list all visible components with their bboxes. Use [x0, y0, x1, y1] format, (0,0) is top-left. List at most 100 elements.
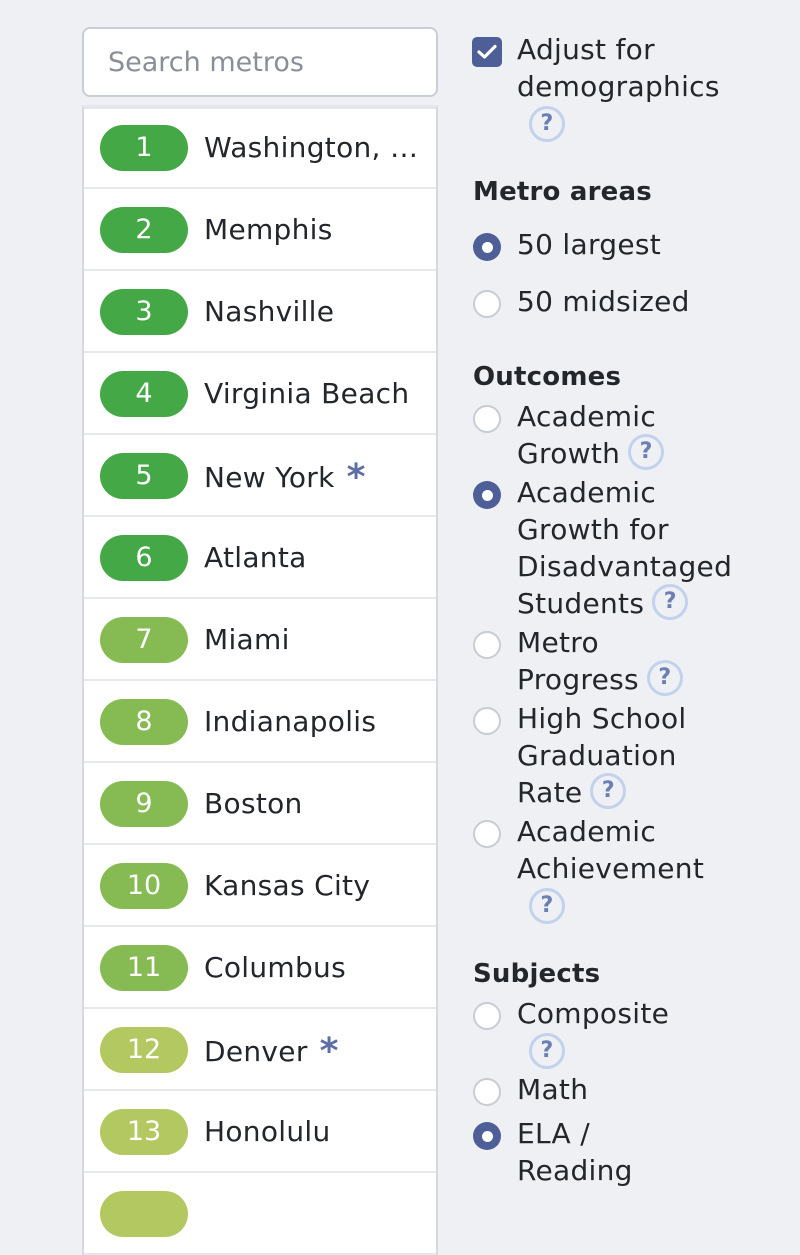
- metro-name-text: Honolulu: [204, 1115, 331, 1148]
- option-label-line: Academic: [517, 476, 657, 509]
- option-academic-growth-disadvantaged: Academic Growth for Disadvantaged Studen…: [517, 474, 732, 623]
- radio-math[interactable]: [473, 1078, 501, 1106]
- metro-name-text: Memphis: [204, 213, 333, 246]
- metro-name: Indianapolis: [204, 700, 430, 746]
- help-icon[interactable]: ?: [529, 888, 565, 924]
- metro-name-text: Virginia Beach: [204, 377, 410, 410]
- rank-badge: 1: [100, 125, 188, 171]
- metro-ranking-panel: 1 Washington, D... 2 Memphis 3 Nashville 4 Virg…: [82, 27, 438, 1255]
- metro-ranking-list[interactable]: 1 Washington, D... 2 Memphis 3 Nashville 4 Virg…: [82, 105, 438, 1255]
- adjust-demographics-checkbox[interactable]: [472, 37, 502, 67]
- search-metros-input[interactable]: [82, 27, 438, 97]
- rank-badge: 8: [100, 699, 188, 745]
- metro-name: Atlanta: [204, 536, 430, 582]
- option-label-line: Graduation: [517, 739, 677, 772]
- adjust-label-line: Adjust for: [517, 33, 655, 66]
- radio-metro-progress[interactable]: [473, 631, 501, 659]
- option-label-line: Progress: [517, 663, 639, 696]
- asterisk-icon: *: [346, 457, 366, 498]
- metro-name-text: Washington, D...: [204, 131, 430, 164]
- metro-name: Honolulu: [204, 1110, 430, 1156]
- metro-row[interactable]: 11 Columbus: [84, 929, 436, 1009]
- option-label-line: Academic: [517, 815, 657, 848]
- metro-name: New York *: [204, 454, 430, 500]
- metro-name: Virginia Beach: [204, 372, 430, 418]
- adjust-label-line: demographics: [517, 70, 720, 103]
- outcomes-heading: Outcomes: [473, 362, 622, 392]
- metro-row[interactable]: 3 Nashville: [84, 273, 436, 353]
- asterisk-icon: *: [319, 1031, 339, 1072]
- metro-row[interactable]: 5 New York *: [84, 437, 436, 517]
- metro-name: [204, 1192, 430, 1238]
- option-label-line: Disadvantaged: [517, 550, 733, 583]
- rank-badge: 13: [100, 1109, 188, 1155]
- metro-row[interactable]: 1 Washington, D...: [84, 109, 436, 189]
- help-icon[interactable]: ?: [646, 660, 683, 696]
- radio-academic-growth-disadvantaged[interactable]: [473, 481, 501, 509]
- checkmark-icon: [477, 44, 497, 59]
- metro-row[interactable]: 2 Memphis: [84, 191, 436, 271]
- radio-ela-reading[interactable]: [473, 1122, 501, 1150]
- metro-name-text: New York: [204, 461, 335, 494]
- rank-badge: 2: [100, 207, 188, 253]
- radio-academic-achievement[interactable]: [473, 820, 501, 848]
- metro-row[interactable]: 8 Indianapolis: [84, 683, 436, 763]
- option-graduation-rate: High School Graduation Rate?: [517, 700, 687, 812]
- option-label-line: Reading: [517, 1154, 633, 1187]
- metro-name: Kansas City: [204, 864, 430, 910]
- option-metro-progress: Metro Progress?: [517, 624, 683, 699]
- option-label: 50 midsized: [517, 285, 690, 318]
- metro-row[interactable]: 9 Boston: [84, 765, 436, 845]
- rank-badge: 12: [100, 1027, 188, 1073]
- metro-name-text: Miami: [204, 623, 290, 656]
- radio-graduation-rate[interactable]: [473, 707, 501, 735]
- option-composite: Composite ?: [517, 995, 669, 1072]
- option-label-line: Growth for: [517, 513, 669, 546]
- metro-row[interactable]: [84, 1175, 436, 1255]
- metro-areas-heading: Metro areas: [473, 177, 652, 207]
- radio-50-midsized[interactable]: [473, 290, 501, 318]
- rank-badge: 6: [100, 535, 188, 581]
- help-icon[interactable]: ?: [590, 773, 627, 809]
- help-icon[interactable]: ?: [529, 1033, 565, 1069]
- metro-row[interactable]: 4 Virginia Beach: [84, 355, 436, 435]
- adjust-demographics-label: Adjust for demographics ?: [517, 31, 720, 145]
- rank-badge: 10: [100, 863, 188, 909]
- rank-badge: [100, 1191, 188, 1237]
- radio-academic-growth[interactable]: [473, 405, 501, 433]
- option-label-line: Growth: [517, 437, 621, 470]
- metro-name-text: Columbus: [204, 951, 346, 984]
- metro-row[interactable]: 10 Kansas City: [84, 847, 436, 927]
- metro-name: Denver *: [204, 1028, 430, 1074]
- help-icon[interactable]: ?: [529, 106, 565, 142]
- option-academic-achievement: Academic Achievement ?: [517, 813, 704, 927]
- rank-badge: 9: [100, 781, 188, 827]
- metro-row[interactable]: 13 Honolulu: [84, 1093, 436, 1173]
- subjects-heading: Subjects: [473, 959, 601, 989]
- help-icon[interactable]: ?: [652, 584, 689, 620]
- option-label-line: High School: [517, 702, 687, 735]
- metro-name: Columbus: [204, 946, 430, 992]
- rank-badge: 5: [100, 453, 188, 499]
- rank-badge: 11: [100, 945, 188, 991]
- rank-badge: 7: [100, 617, 188, 663]
- metro-name: Washington, D...: [204, 126, 430, 172]
- radio-composite[interactable]: [473, 1002, 501, 1030]
- metro-row[interactable]: 7 Miami: [84, 601, 436, 681]
- metro-name-text: Denver: [204, 1035, 308, 1068]
- option-label-line: Rate: [517, 776, 583, 809]
- option-label-line: Academic: [517, 400, 657, 433]
- option-label-line: Achievement: [517, 852, 705, 885]
- option-academic-growth: Academic Growth?: [517, 398, 665, 473]
- metro-row[interactable]: 12 Denver *: [84, 1011, 436, 1091]
- metro-name-text: Nashville: [204, 295, 335, 328]
- metro-name-text: Boston: [204, 787, 303, 820]
- rank-badge: 3: [100, 289, 188, 335]
- option-label-line: Composite: [517, 997, 670, 1030]
- radio-50-largest[interactable]: [473, 233, 501, 261]
- metro-name-text: Atlanta: [204, 541, 307, 574]
- option-label-line: ELA /: [517, 1117, 590, 1150]
- metro-row[interactable]: 6 Atlanta: [84, 519, 436, 599]
- help-icon[interactable]: ?: [628, 434, 665, 470]
- metro-name: Boston: [204, 782, 430, 828]
